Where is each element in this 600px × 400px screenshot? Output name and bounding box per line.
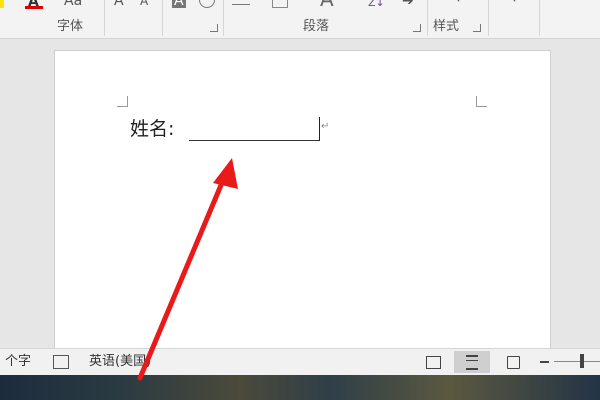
- status-bar: 个字 英语(美国): [0, 348, 600, 375]
- zoom-out-icon[interactable]: [540, 361, 549, 363]
- text-effects-icon[interactable]: A: [172, 0, 186, 8]
- font-color-bar: [25, 6, 43, 9]
- name-label: 姓名:: [130, 118, 175, 140]
- styles-dialog-launcher-icon[interactable]: [473, 24, 481, 32]
- desktop-taskbar: [0, 375, 600, 400]
- group-label-styles: 样式: [433, 19, 460, 34]
- read-mode-button[interactable]: [415, 351, 451, 373]
- web-layout-icon: [506, 355, 520, 369]
- group-label-font: 字体: [57, 19, 84, 34]
- borders-icon[interactable]: [272, 0, 288, 8]
- ribbon: A Aa A A A 字体 A Z↓ ➔ 段落 ▾ 样式 ▾: [0, 0, 600, 39]
- web-layout-button[interactable]: [495, 351, 531, 373]
- language-indicator[interactable]: 英语(美国): [89, 354, 151, 370]
- group-label-paragraph: 段落: [303, 19, 330, 34]
- styles-gallery-icon[interactable]: A: [320, 0, 334, 9]
- sort-icon[interactable]: Z↓: [368, 0, 385, 10]
- ribbon-collapse-chevron-icon[interactable]: ▾: [512, 0, 517, 7]
- paragraph-mark: ↵: [321, 121, 330, 132]
- paragraph-dialog-launcher-icon[interactable]: [413, 24, 421, 32]
- ribbon-separator: [427, 0, 428, 36]
- ribbon-separator: [104, 0, 105, 36]
- print-layout-button[interactable]: [454, 351, 490, 373]
- document-page[interactable]: 姓名: ↵: [54, 50, 551, 348]
- text-cursor: [319, 117, 320, 141]
- font-dialog-launcher-icon[interactable]: [210, 24, 218, 32]
- proofing-icon[interactable]: [53, 355, 69, 369]
- print-layout-icon: [466, 354, 478, 370]
- ribbon-separator: [162, 0, 163, 36]
- word-count[interactable]: 个字: [5, 354, 31, 370]
- shrink-font-icon[interactable]: A: [140, 0, 148, 8]
- zoom-slider-thumb[interactable]: [580, 354, 584, 368]
- document-area[interactable]: 姓名: ↵: [0, 39, 600, 348]
- shading-icon[interactable]: [232, 0, 250, 5]
- name-underline-field[interactable]: [189, 140, 319, 141]
- ribbon-separator: [539, 0, 540, 36]
- margin-corner-top-left: [117, 96, 128, 107]
- ribbon-separator: [223, 0, 224, 36]
- grow-font-icon[interactable]: A: [114, 0, 124, 8]
- highlight-color-swatch: [0, 0, 4, 8]
- change-case-icon[interactable]: Aa: [64, 0, 82, 8]
- styles-more-icon[interactable]: ▾: [456, 0, 461, 7]
- show-marks-icon[interactable]: ➔: [402, 0, 414, 8]
- enclose-char-icon[interactable]: [199, 0, 215, 8]
- ribbon-separator: [488, 0, 489, 36]
- margin-corner-top-right: [476, 96, 487, 107]
- zoom-slider[interactable]: [554, 361, 600, 362]
- read-mode-icon: [425, 355, 441, 369]
